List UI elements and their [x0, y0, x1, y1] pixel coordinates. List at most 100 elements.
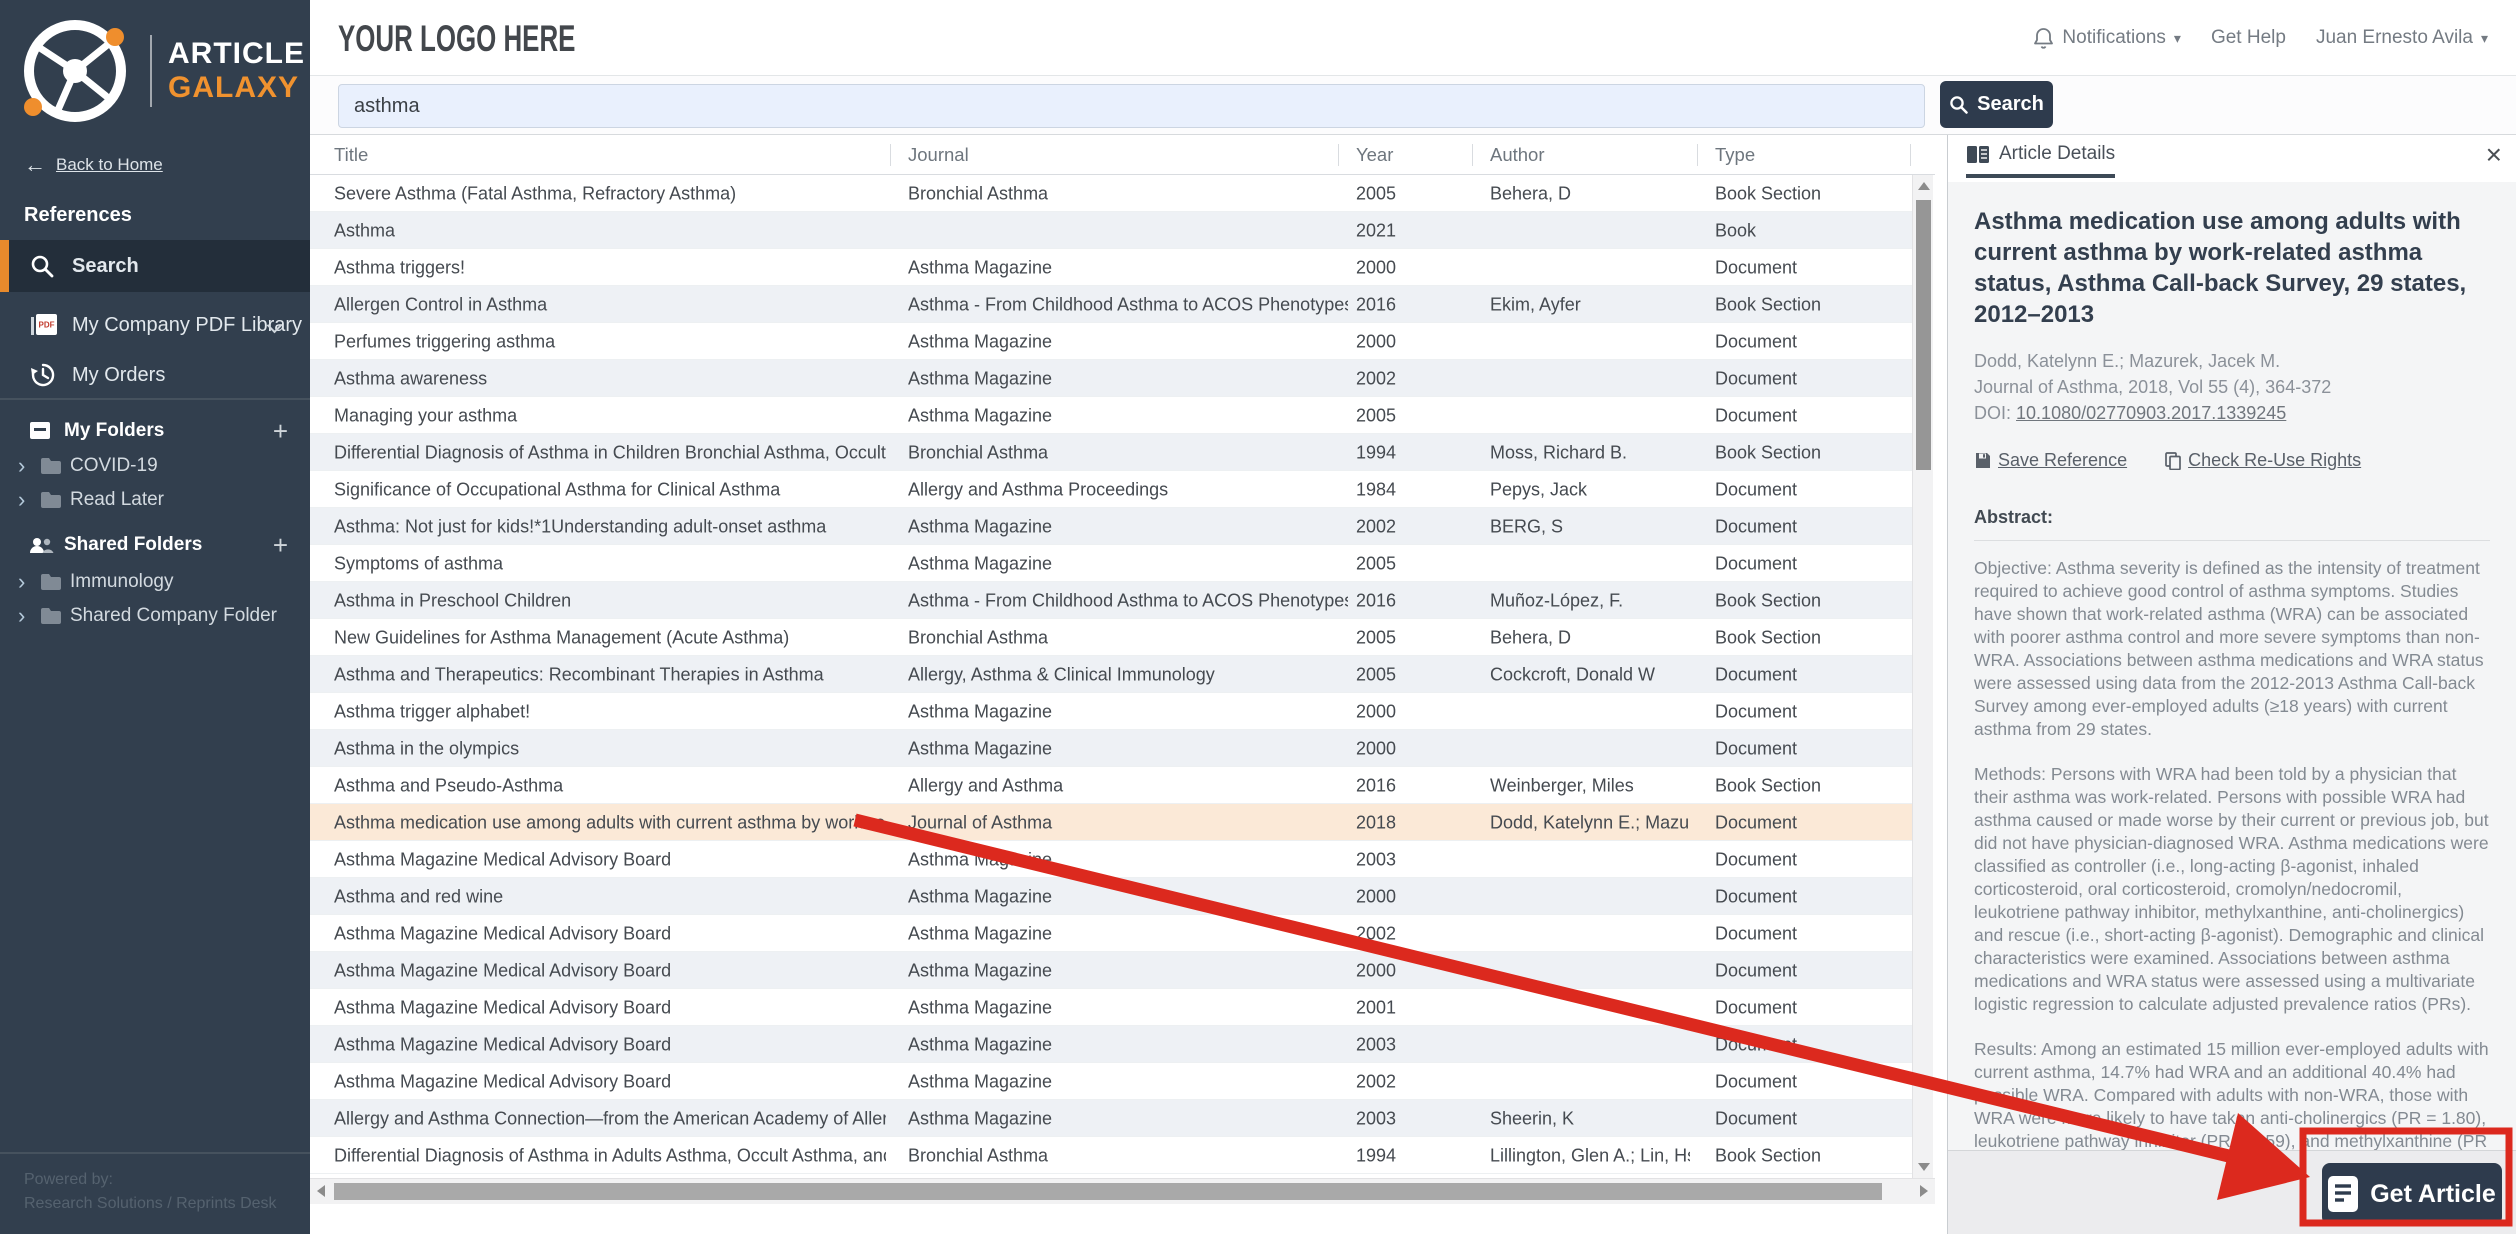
sidebar-item-search[interactable]: Search — [0, 240, 310, 292]
add-folder-button[interactable]: + — [273, 416, 288, 447]
column-header-author[interactable]: Author — [1490, 144, 1545, 166]
close-icon[interactable]: × — [2486, 141, 2502, 169]
save-reference-link[interactable]: Save Reference — [1974, 450, 2127, 471]
column-header-title[interactable]: Title — [334, 144, 368, 166]
cell-title: Asthma Magazine Medical Advisory Board — [334, 1034, 672, 1054]
article-galaxy-logo[interactable]: ARTICLE GALAXY — [16, 12, 305, 130]
cell-title: Severe Asthma (Fatal Asthma, Refractory … — [334, 183, 737, 203]
column-header-year[interactable]: Year — [1356, 144, 1393, 166]
copy-rights-icon — [2165, 451, 2181, 470]
table-row[interactable]: Significance of Occupational Asthma for … — [310, 471, 1912, 508]
cell-author: Weinberger, Miles — [1490, 775, 1634, 795]
table-row[interactable]: Asthma Magazine Medical Advisory Board A… — [310, 841, 1912, 878]
column-header-journal[interactable]: Journal — [908, 144, 969, 166]
get-help-link[interactable]: Get Help — [2211, 27, 2286, 49]
table-row[interactable]: Asthma Magazine Medical Advisory Board A… — [310, 1063, 1912, 1100]
folder-item-shared-company[interactable]: › Shared Company Folder — [0, 600, 310, 632]
expander-icon[interactable]: › — [18, 455, 25, 477]
cell-title: Asthma: Not just for kids!*1Understandin… — [334, 516, 827, 536]
scroll-down-arrow-icon[interactable] — [1918, 1163, 1930, 1171]
folder-item-covid19[interactable]: › COVID-19 — [0, 450, 310, 482]
get-article-label: Get Article — [2370, 1179, 2496, 1208]
sidebar-item-my-orders[interactable]: My Orders — [0, 352, 310, 398]
cell-title: Allergen Control in Asthma — [334, 294, 548, 314]
table-row[interactable]: Allergy and Asthma Connection—from the A… — [310, 1100, 1912, 1137]
table-row[interactable]: Asthma and Pseudo-Asthma Allergy and Ast… — [310, 767, 1912, 804]
cell-year: 2003 — [1356, 849, 1397, 869]
table-row[interactable]: Symptoms of asthma Asthma Magazine 2005 … — [310, 545, 1912, 582]
table-row[interactable]: Asthma triggers! Asthma Magazine 2000 Do… — [310, 249, 1912, 286]
expander-icon[interactable]: › — [18, 489, 25, 511]
table-row[interactable]: Asthma: Not just for kids!*1Understandin… — [310, 508, 1912, 545]
table-row[interactable]: Perfumes triggering asthma Asthma Magazi… — [310, 323, 1912, 360]
article-details-panel: Article Details × Asthma medication use … — [1947, 135, 2516, 1234]
column-header-type[interactable]: Type — [1715, 144, 1755, 166]
cell-year: 1994 — [1356, 1145, 1397, 1165]
table-row[interactable]: Asthma in Preschool Children Asthma - Fr… — [310, 582, 1912, 619]
cell-type: Document — [1715, 479, 1798, 499]
sidebar-item-pdf-library[interactable]: PDF My Company PDF Library — [0, 302, 310, 348]
check-reuse-rights-link[interactable]: Check Re-Use Rights — [2165, 450, 2361, 471]
panel-tab-row: Article Details × — [1948, 135, 2516, 182]
scroll-left-arrow-icon[interactable] — [317, 1185, 325, 1197]
tab-article-details[interactable]: Article Details — [1966, 143, 2116, 178]
table-row[interactable]: Asthma Magazine Medical Advisory Board A… — [310, 989, 1912, 1026]
article-journal-line: Journal of Asthma, 2018, Vol 55 (4), 364… — [1974, 377, 2332, 397]
vertical-scrollbar[interactable] — [1912, 175, 1933, 1178]
scroll-up-arrow-icon[interactable] — [1918, 182, 1930, 190]
cell-year: 2005 — [1356, 664, 1397, 684]
user-menu[interactable]: Juan Ernesto Avila ▾ — [2316, 27, 2488, 49]
cell-type: Document — [1715, 886, 1798, 906]
horizontal-scrollbar-thumb[interactable] — [334, 1183, 1882, 1200]
cell-author: BERG, S — [1490, 516, 1564, 536]
cell-title: Differential Diagnosis of Asthma in Adul… — [334, 1145, 886, 1165]
cell-type: Document — [1715, 516, 1798, 536]
cell-type: Book Section — [1715, 627, 1822, 647]
table-row[interactable]: Asthma and red wine Asthma Magazine 2000… — [310, 878, 1912, 915]
table-row[interactable]: Asthma awareness Asthma Magazine 2002 Do… — [310, 360, 1912, 397]
horizontal-scrollbar[interactable] — [310, 1178, 1935, 1204]
cell-year: 2003 — [1356, 1034, 1397, 1054]
folder-item-read-later[interactable]: › Read Later — [0, 484, 310, 516]
folder-name: Shared Company Folder — [70, 605, 277, 626]
cell-type: Document — [1715, 701, 1798, 721]
abstract-body: Objective: Asthma severity is defined as… — [1974, 557, 2490, 1150]
add-shared-folder-button[interactable]: + — [273, 530, 288, 561]
cell-journal: Allergy, Asthma & Clinical Immunology — [908, 664, 1215, 684]
doi-link[interactable]: 10.1080/02770903.2017.1339245 — [2016, 403, 2286, 423]
expander-icon[interactable]: › — [18, 571, 25, 593]
table-row[interactable]: Managing your asthma Asthma Magazine 200… — [310, 397, 1912, 434]
save-reference-label: Save Reference — [1998, 450, 2128, 470]
table-row[interactable]: Asthma trigger alphabet! Asthma Magazine… — [310, 693, 1912, 730]
vertical-scrollbar-thumb[interactable] — [1916, 200, 1931, 470]
table-row[interactable]: Severe Asthma (Fatal Asthma, Refractory … — [310, 175, 1912, 212]
article-authors: Dodd, Katelynn E.; Mazurek, Jacek M. — [1974, 351, 2281, 371]
back-to-home-link[interactable]: ← Back to Home — [24, 152, 163, 178]
table-row[interactable]: Asthma in the olympics Asthma Magazine 2… — [310, 730, 1912, 767]
table-row[interactable]: Asthma medication use among adults with … — [310, 804, 1912, 841]
folder-item-immunology[interactable]: › Immunology — [0, 566, 310, 598]
get-article-button[interactable]: Get Article — [2322, 1163, 2502, 1225]
cell-journal: Asthma Magazine — [908, 1108, 1053, 1128]
scroll-right-arrow-icon[interactable] — [1920, 1185, 1928, 1197]
table-row[interactable]: New Guidelines for Asthma Management (Ac… — [310, 619, 1912, 656]
table-row[interactable]: Asthma and Therapeutics: Recombinant The… — [310, 656, 1912, 693]
cell-year: 2016 — [1356, 775, 1397, 795]
table-row[interactable]: Allergen Control in Asthma Asthma - From… — [310, 286, 1912, 323]
table-row[interactable]: Differential Diagnosis of Asthma in Chil… — [310, 434, 1912, 471]
search-input[interactable] — [338, 84, 1925, 128]
cell-journal: Bronchial Asthma — [908, 627, 1049, 647]
cell-type: Document — [1715, 997, 1798, 1017]
people-icon — [28, 535, 54, 555]
cell-year: 2016 — [1356, 590, 1397, 610]
search-button[interactable]: Search — [1940, 81, 2053, 128]
notifications-menu[interactable]: Notifications ▾ — [2033, 27, 2181, 49]
cell-author: Pepys, Jack — [1490, 479, 1588, 499]
table-row[interactable]: Asthma Magazine Medical Advisory Board A… — [310, 1026, 1912, 1063]
expander-icon[interactable]: › — [18, 605, 25, 627]
table-row[interactable]: Asthma Magazine Medical Advisory Board A… — [310, 915, 1912, 952]
table-row[interactable]: Differential Diagnosis of Asthma in Adul… — [310, 1137, 1912, 1174]
table-row[interactable]: Asthma 2021 Book — [310, 212, 1912, 249]
table-row[interactable]: Asthma Magazine Medical Advisory Board A… — [310, 952, 1912, 989]
cell-year: 2001 — [1356, 997, 1397, 1017]
